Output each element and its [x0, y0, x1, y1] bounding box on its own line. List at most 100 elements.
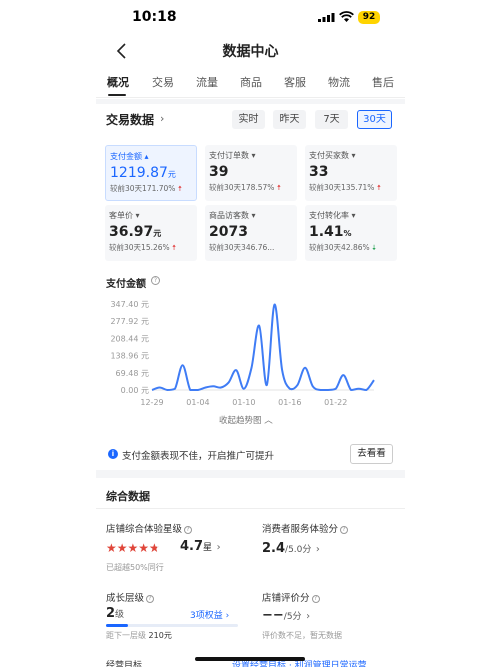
range-7days[interactable]: 7天 — [315, 110, 348, 129]
business-goal-label: 经营目标 — [106, 661, 143, 667]
service-score-value[interactable]: 2.4/5.0分 › — [262, 541, 320, 556]
metric-card-visitors[interactable]: 商品访客数 ▾ 2073 较前30天346.76... — [205, 205, 297, 261]
benefits-link[interactable]: 3项权益 › — [190, 608, 229, 621]
tab-logistics[interactable]: 物流 — [328, 74, 350, 90]
metric-label: 支付买家数 — [309, 151, 349, 160]
tab-customer-service[interactable]: 客服 — [284, 74, 306, 90]
tip-text: 支付金额表现不佳，开启推广可提升 — [122, 451, 275, 462]
promotion-tip: i 支付金额表现不佳，开启推广可提升 去看看 — [106, 444, 393, 464]
range-yesterday[interactable]: 昨天 — [273, 110, 306, 129]
metric-compare: 较前30天135.71% — [309, 183, 375, 192]
y-tick-label: 347.40 元 — [110, 300, 149, 309]
signal-icon — [318, 13, 335, 22]
metric-label: 支付转化率 — [309, 211, 349, 220]
arrow-up-icon: 🠅 — [172, 243, 177, 252]
metric-label: 支付订单数 — [209, 151, 249, 160]
arrow-up-icon: 🠅 — [177, 184, 182, 193]
info-icon: i — [108, 449, 118, 459]
series-line-payment-amount — [151, 303, 375, 392]
metric-compare: 较前30天171.70% — [110, 184, 176, 193]
metric-card-avg-order-value[interactable]: 客单价 ▾ 36.97元 较前30天15.26% 🠅 — [105, 205, 197, 261]
status-bar: 10:18 92 — [0, 0, 500, 34]
arrow-up-icon: 🠅 — [276, 183, 281, 192]
y-tick-label: 0.00 元 — [121, 386, 149, 395]
metric-value: 39 — [209, 164, 229, 180]
metric-label: 商品访客数 — [209, 211, 249, 220]
metric-card-orders[interactable]: 支付订单数 ▾ 39 较前30天178.57% 🠅 — [205, 145, 297, 201]
metric-compare: 较前30天178.57% — [209, 183, 275, 192]
x-tick-label: 01-16 — [278, 398, 301, 407]
collapse-chart-toggle[interactable]: 收起趋势图 ︿ — [219, 414, 273, 426]
tab-overview[interactable]: 概况 — [107, 74, 129, 90]
y-tick-label: 69.48 元 — [116, 369, 149, 378]
collapse-label: 收起趋势图 — [219, 416, 262, 426]
metric-unit: 元 — [153, 229, 162, 238]
growth-level-label: 成长层级? — [106, 590, 155, 604]
section-divider — [96, 470, 405, 478]
page-title: 数据中心 — [222, 44, 279, 60]
chevron-right-icon[interactable]: › — [160, 112, 164, 125]
tab-active-indicator — [108, 94, 126, 96]
tab-bar: 概况 交易 流量 商品 客服 物流 售后 — [96, 72, 405, 98]
review-score-label: 店铺评价分? — [262, 590, 320, 604]
info-icon: ? — [146, 595, 155, 603]
store-rating-label: 店铺综合体验星级? — [106, 521, 193, 535]
metric-card-buyers[interactable]: 支付买家数 ▾ 33 较前30天135.71% 🠅 — [305, 145, 397, 201]
x-tick-label: 01-04 — [186, 398, 209, 407]
growth-progress-bar — [106, 624, 238, 627]
composite-section-title: 综合数据 — [106, 490, 150, 503]
wifi-icon — [339, 11, 354, 22]
metric-value: 36.97 — [109, 224, 154, 240]
info-icon[interactable]: ? — [151, 276, 160, 285]
review-score-value[interactable]: −−/5分 › — [262, 608, 310, 623]
metric-unit: 元 — [167, 170, 176, 179]
star-rating-icon: ★★★★★ ★ — [106, 541, 160, 555]
go-see-button[interactable]: 去看看 — [350, 444, 393, 464]
section-divider — [96, 99, 405, 104]
metric-compare: 较前30天15.26% — [109, 243, 170, 252]
metric-value: 1.41 — [309, 224, 344, 240]
arrow-down-icon: 🠇 — [372, 243, 377, 252]
x-tick-label: 12-29 — [140, 398, 163, 407]
info-icon: ? — [311, 595, 320, 603]
tab-after-sales[interactable]: 售后 — [372, 74, 394, 90]
range-30days[interactable]: 30天 — [357, 110, 392, 129]
trade-section-title[interactable]: 交易数据 — [106, 111, 154, 128]
metric-compare: 较前30天42.86% — [309, 243, 370, 252]
growth-level-value: 2级 — [106, 606, 125, 621]
nav-bar: 数据中心 — [96, 36, 405, 66]
info-icon: ? — [184, 526, 193, 534]
review-score-note: 评价数不足，暂无数据 — [262, 631, 342, 640]
metric-compare: 较前30天346.76... — [209, 243, 275, 252]
home-indicator — [195, 657, 305, 661]
metric-label: 支付金额 — [110, 152, 142, 161]
y-tick-label: 208.44 元 — [110, 334, 149, 343]
chevron-up-icon: ︿ — [264, 416, 273, 426]
store-rating-note: 已超越50%同行 — [106, 563, 164, 572]
tab-products[interactable]: 商品 — [240, 74, 262, 90]
tab-trade[interactable]: 交易 — [152, 74, 174, 90]
metric-value: 33 — [309, 164, 329, 180]
metric-unit: % — [343, 229, 352, 238]
x-tick-label: 01-22 — [324, 398, 347, 407]
metric-label: 客单价 — [109, 211, 133, 220]
payment-trend-chart: 347.40 元 277.92 元 208.44 元 138.96 元 69.48 元 0… — [110, 300, 375, 407]
tab-traffic[interactable]: 流量 — [196, 74, 218, 90]
x-tick-label: 01-10 — [232, 398, 255, 407]
metric-card-payment-amount[interactable]: 支付金额 ▴ 1219.87元 较前30天171.70% 🠅 — [105, 145, 197, 201]
status-time: 10:18 — [132, 9, 177, 25]
store-rating-value[interactable]: 4.7星 › — [180, 539, 221, 554]
arrow-up-icon: 🠅 — [376, 183, 381, 192]
chart-title: 支付金额 — [106, 279, 146, 290]
metric-card-conversion[interactable]: 支付转化率 ▾ 1.41% 较前30天42.86% 🠇 — [305, 205, 397, 261]
y-tick-label: 277.92 元 — [110, 317, 149, 326]
metric-value: 1219.87 — [110, 165, 168, 181]
next-level-note: 距下一层级 210元 — [106, 631, 172, 640]
divider — [96, 508, 405, 509]
battery-indicator: 92 — [358, 11, 380, 24]
metric-value: 2073 — [209, 224, 248, 240]
range-realtime[interactable]: 实时 — [232, 110, 265, 129]
info-icon: ? — [340, 526, 349, 534]
growth-progress-fill — [106, 624, 129, 627]
y-tick-label: 138.96 元 — [110, 352, 149, 361]
